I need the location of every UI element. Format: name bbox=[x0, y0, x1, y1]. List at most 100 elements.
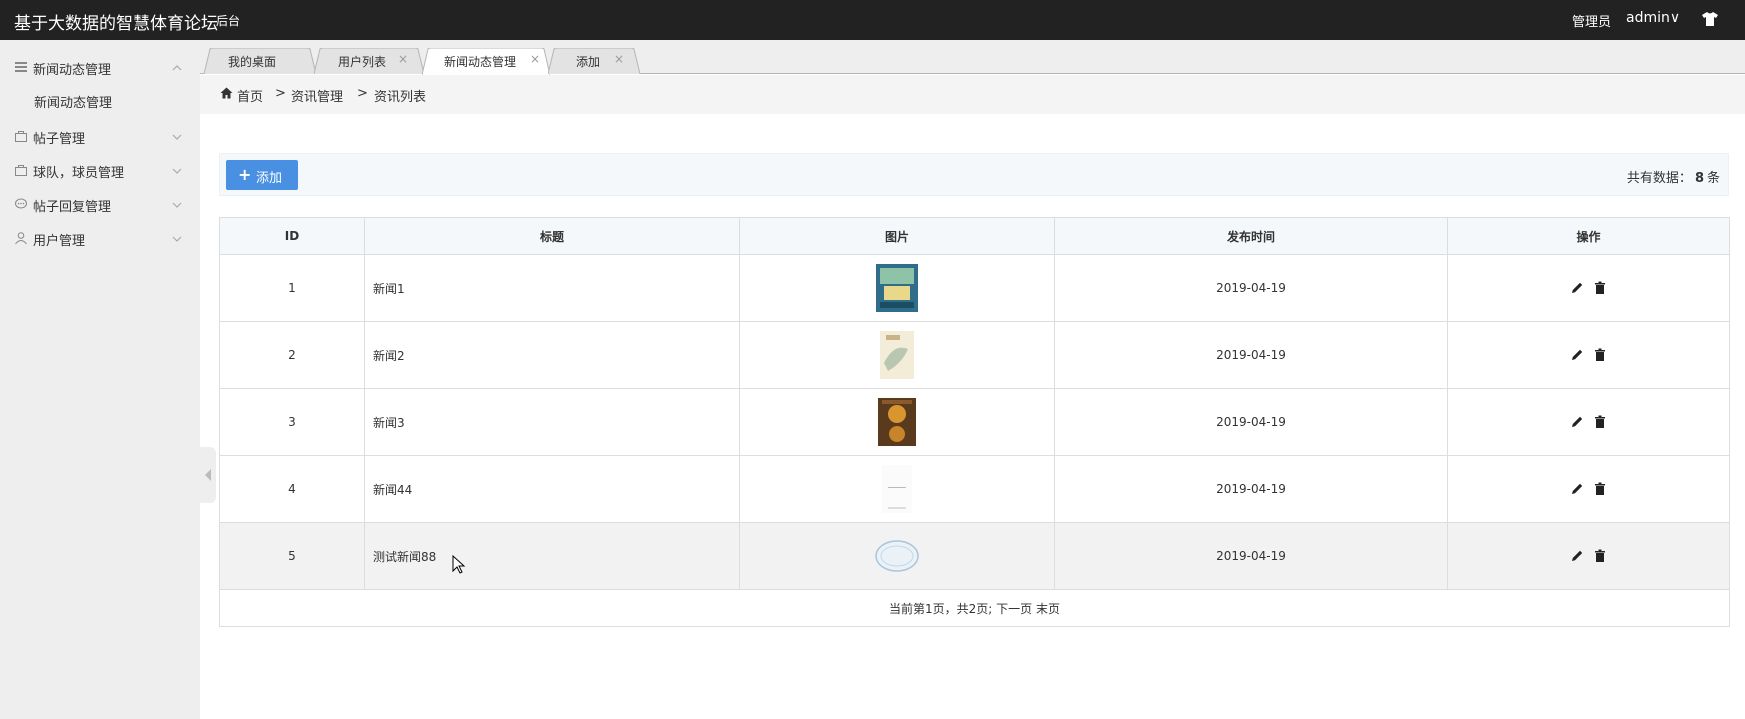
trash-icon[interactable] bbox=[1593, 281, 1607, 295]
table-row: 5 测试新闻88 2019-04-19 bbox=[219, 522, 1730, 590]
trash-icon[interactable] bbox=[1593, 482, 1607, 496]
row-date: 2019-04-19 bbox=[1054, 388, 1448, 456]
edit-icon[interactable] bbox=[1570, 415, 1584, 429]
column-header: 操作 bbox=[1447, 217, 1730, 255]
trash-icon[interactable] bbox=[1593, 348, 1607, 362]
column-header: 标题 bbox=[364, 217, 740, 255]
sidebar-collapse-handle[interactable] bbox=[200, 447, 216, 503]
last-page-link[interactable]: 末页 bbox=[1036, 602, 1060, 616]
tab-news-manage[interactable]: 新闻动态管理 × bbox=[422, 48, 550, 75]
row-id: 4 bbox=[219, 455, 365, 523]
close-icon[interactable]: × bbox=[614, 52, 624, 66]
tab-label: 添加 bbox=[576, 55, 601, 69]
table-row: 2 新闻2 2019-04-19 bbox=[219, 321, 1730, 389]
tshirt-icon[interactable] bbox=[1701, 10, 1719, 28]
news-thumbnail bbox=[874, 262, 920, 314]
tab-desktop[interactable]: 我的桌面 bbox=[204, 48, 316, 74]
news-thumbnail bbox=[874, 396, 920, 448]
tab-label: 新闻动态管理 bbox=[444, 55, 517, 69]
chevron-down-icon bbox=[172, 199, 182, 209]
app-title: 基于大数据的智慧体育论坛 bbox=[14, 14, 218, 34]
user-icon bbox=[14, 231, 28, 245]
row-title: 新闻2 bbox=[364, 321, 740, 389]
sidebar-item-teams[interactable]: 球队，球员管理 bbox=[0, 153, 200, 187]
row-id: 3 bbox=[219, 388, 365, 456]
column-header: 图片 bbox=[739, 217, 1055, 255]
breadcrumb-level1[interactable]: 资讯管理 bbox=[291, 86, 343, 105]
add-button[interactable]: + 添加 bbox=[226, 160, 298, 190]
close-icon[interactable]: × bbox=[530, 52, 540, 66]
chevron-down-icon bbox=[172, 165, 182, 175]
breadcrumb-home[interactable]: 首页 bbox=[237, 86, 263, 105]
sidebar-item-users[interactable]: 用户管理 bbox=[0, 221, 200, 255]
table-header-row: ID 标题 图片 发布时间 操作 bbox=[219, 217, 1730, 255]
mouse-cursor-icon bbox=[452, 555, 466, 574]
add-button-label: 添加 bbox=[256, 171, 283, 186]
row-date: 2019-04-19 bbox=[1054, 254, 1448, 322]
pagination-row: 当前第1页，共2页; 下一页 末页 bbox=[219, 589, 1730, 627]
row-date: 2019-04-19 bbox=[1054, 455, 1448, 523]
next-page-link[interactable]: 下一页 bbox=[996, 602, 1032, 616]
sidebar-item-label: 帖子回复管理 bbox=[33, 200, 112, 215]
chevron-down-icon bbox=[172, 131, 182, 141]
user-role: 管理员 bbox=[1572, 15, 1612, 30]
sidebar-subitem-news[interactable]: 新闻动态管理 bbox=[0, 84, 200, 116]
edit-icon[interactable] bbox=[1570, 348, 1584, 362]
sidebar: 新闻动态管理 新闻动态管理 帖子管理 球队，球员管理 帖子回复管理 用户管理 bbox=[0, 40, 200, 719]
close-icon[interactable]: × bbox=[398, 52, 408, 66]
total-number: 8 bbox=[1694, 171, 1704, 186]
row-title: 新闻3 bbox=[364, 388, 740, 456]
row-title: 新闻1 bbox=[364, 254, 740, 322]
tab-strip: 我的桌面 用户列表 × 新闻动态管理 × 添加 × bbox=[200, 40, 1745, 75]
chevron-down-icon bbox=[172, 233, 182, 243]
news-thumbnail bbox=[874, 463, 920, 515]
edit-icon[interactable] bbox=[1570, 281, 1584, 295]
tab-add[interactable]: 添加 × bbox=[548, 48, 640, 74]
column-header: 发布时间 bbox=[1054, 217, 1448, 255]
sidebar-item-posts[interactable]: 帖子管理 bbox=[0, 119, 200, 153]
table-row: 1 新闻1 2019-04-19 bbox=[219, 254, 1730, 322]
news-thumbnail bbox=[874, 329, 920, 381]
row-date: 2019-04-19 bbox=[1054, 522, 1448, 590]
edit-icon[interactable] bbox=[1570, 482, 1584, 496]
total-count: 共有数据： 8 条 bbox=[1627, 167, 1720, 186]
sidebar-item-label: 新闻动态管理 bbox=[33, 63, 112, 78]
chevron-up-icon bbox=[172, 62, 182, 72]
chevron-left-icon bbox=[205, 469, 211, 481]
pagination-status: 当前第1页，共2页; bbox=[888, 601, 993, 616]
total-suffix: 条 bbox=[1706, 171, 1720, 186]
top-navbar: 基于大数据的智慧体育论坛 后台 管理员 admin∨ bbox=[0, 0, 1745, 40]
app-subtitle: 后台 bbox=[216, 14, 241, 28]
comment-icon bbox=[14, 197, 28, 211]
list-icon bbox=[14, 60, 28, 74]
sidebar-item-news[interactable]: 新闻动态管理 bbox=[0, 50, 200, 84]
row-id: 5 bbox=[219, 522, 365, 590]
trash-icon[interactable] bbox=[1593, 415, 1607, 429]
pagination: 当前第1页，共2页; 下一页 末页 bbox=[219, 589, 1730, 627]
breadcrumb-separator: > bbox=[357, 86, 368, 101]
row-id: 1 bbox=[219, 254, 365, 322]
row-date: 2019-04-19 bbox=[1054, 321, 1448, 389]
news-thumbnail bbox=[874, 530, 920, 582]
home-icon bbox=[220, 87, 233, 102]
bag-icon bbox=[14, 163, 28, 177]
plus-icon: + bbox=[238, 165, 252, 184]
sidebar-item-label: 帖子管理 bbox=[33, 132, 86, 147]
tab-user-list[interactable]: 用户列表 × bbox=[314, 48, 424, 74]
table-row: 3 新闻3 2019-04-19 bbox=[219, 388, 1730, 456]
user-menu-dropdown[interactable]: admin∨ bbox=[1626, 10, 1680, 26]
sidebar-item-label: 球队，球员管理 bbox=[33, 166, 125, 181]
bag-icon bbox=[14, 129, 28, 143]
edit-icon[interactable] bbox=[1570, 549, 1584, 563]
tab-label: 用户列表 bbox=[338, 55, 387, 69]
column-header: ID bbox=[219, 217, 365, 255]
row-id: 2 bbox=[219, 321, 365, 389]
breadcrumb-separator: > bbox=[275, 86, 286, 101]
sidebar-subitem-label: 新闻动态管理 bbox=[34, 96, 113, 111]
trash-icon[interactable] bbox=[1593, 549, 1607, 563]
breadcrumb-level2: 资讯列表 bbox=[374, 90, 427, 105]
table-row: 4 新闻44 2019-04-19 bbox=[219, 455, 1730, 523]
sidebar-item-label: 用户管理 bbox=[33, 234, 86, 249]
sidebar-item-replies[interactable]: 帖子回复管理 bbox=[0, 187, 200, 221]
total-prefix: 共有数据： bbox=[1626, 171, 1692, 186]
